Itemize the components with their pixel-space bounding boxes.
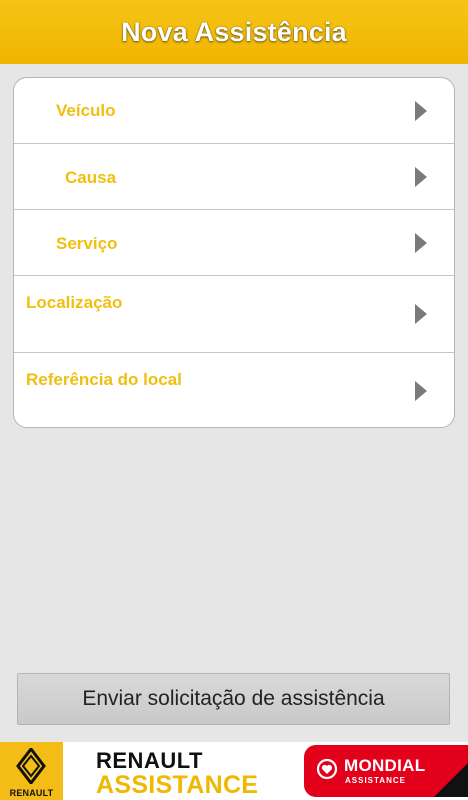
menu-item-label: Causa bbox=[65, 168, 117, 187]
menu-item-veiculo[interactable]: Veículo bbox=[14, 78, 454, 144]
renault-logo-text: RENAULT bbox=[9, 788, 54, 798]
assistance-menu-list: Veículo Causa Serviço Localização Referê… bbox=[13, 77, 455, 428]
menu-item-localizacao[interactable]: Localização bbox=[14, 276, 454, 353]
renault-logo: RENAULT bbox=[0, 742, 63, 800]
corner-decoration bbox=[434, 763, 468, 797]
renault-diamond-icon bbox=[16, 748, 46, 784]
chevron-right-icon bbox=[415, 233, 427, 253]
menu-item-referencia[interactable]: Referência do local bbox=[14, 353, 454, 427]
chevron-right-icon bbox=[415, 167, 427, 187]
page-title: Nova Assistência bbox=[121, 16, 347, 47]
mondial-heart-icon bbox=[316, 758, 338, 780]
menu-item-label: Serviço bbox=[56, 234, 118, 253]
renault-assistance-brand: RENAULT ASSISTANCE bbox=[96, 750, 258, 798]
partner-subtitle: ASSISTANCE bbox=[345, 776, 406, 785]
menu-item-label: Veículo bbox=[56, 101, 116, 120]
mondial-assistance-logo: MONDIAL ASSISTANCE bbox=[304, 745, 468, 797]
chevron-right-icon bbox=[415, 101, 427, 121]
menu-item-servico[interactable]: Serviço bbox=[14, 210, 454, 276]
footer-banner: RENAULT RENAULT ASSISTANCE MONDIAL ASSIS… bbox=[0, 742, 468, 800]
menu-item-causa[interactable]: Causa bbox=[14, 144, 454, 210]
menu-item-label: Referência do local bbox=[26, 370, 182, 389]
brand-line-2: ASSISTANCE bbox=[96, 771, 259, 799]
partner-name: MONDIAL bbox=[344, 756, 426, 775]
chevron-right-icon bbox=[415, 381, 427, 401]
send-request-button[interactable]: Enviar solicitação de assistência bbox=[17, 673, 450, 725]
app-header: Nova Assistência bbox=[0, 0, 468, 64]
menu-item-label: Localização bbox=[26, 293, 123, 312]
chevron-right-icon bbox=[415, 304, 427, 324]
brand-line-1: RENAULT bbox=[96, 748, 203, 773]
